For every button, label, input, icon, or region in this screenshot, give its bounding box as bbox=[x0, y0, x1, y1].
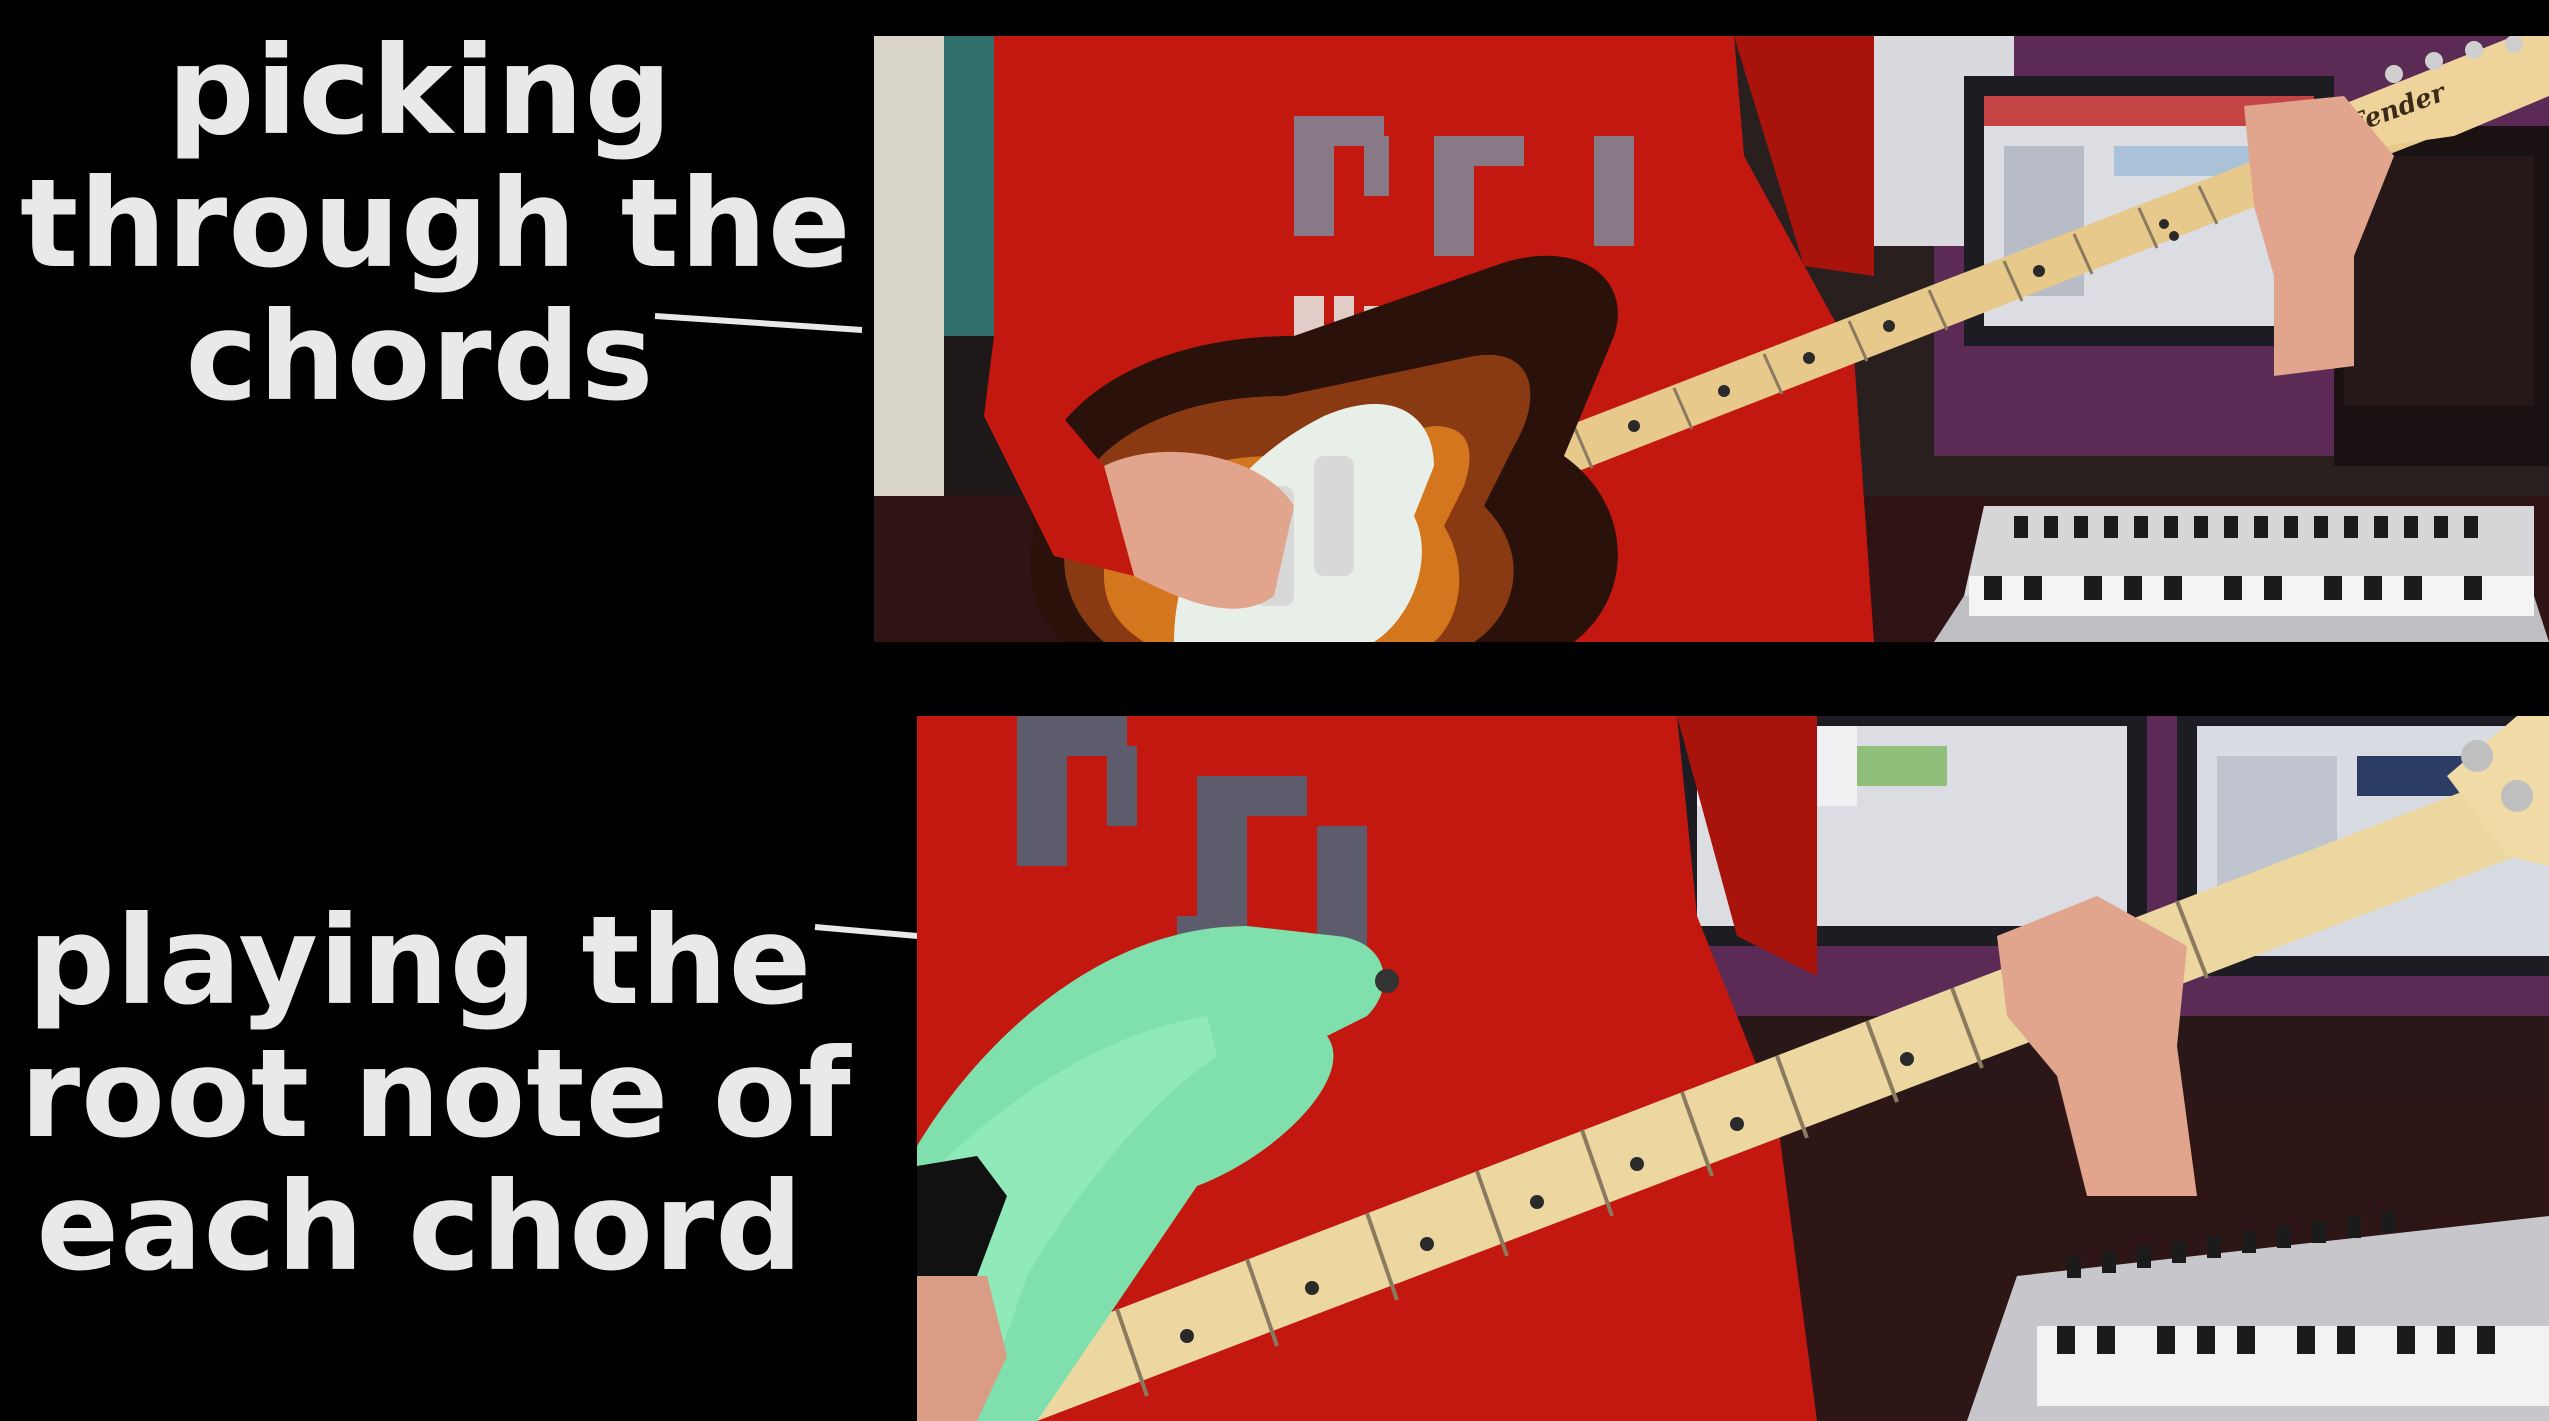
video-panel-electric-guitar: Fender bbox=[874, 36, 2549, 642]
leader-line-top bbox=[654, 313, 863, 333]
caption-line: root note of bbox=[20, 1023, 852, 1165]
caption-picking-through-chords: picking through the chords bbox=[20, 20, 852, 429]
video-panel-bass-guitar bbox=[917, 716, 2549, 1421]
caption-line: playing the bbox=[27, 890, 813, 1032]
electric-guitar-photo: Fender bbox=[874, 36, 2549, 642]
caption-line: through the bbox=[20, 153, 852, 295]
bass-guitar-photo bbox=[917, 716, 2549, 1421]
caption-playing-root-note: playing the root note of each chord bbox=[20, 890, 852, 1299]
caption-line: each chord bbox=[36, 1156, 804, 1298]
caption-line: picking bbox=[167, 20, 673, 162]
